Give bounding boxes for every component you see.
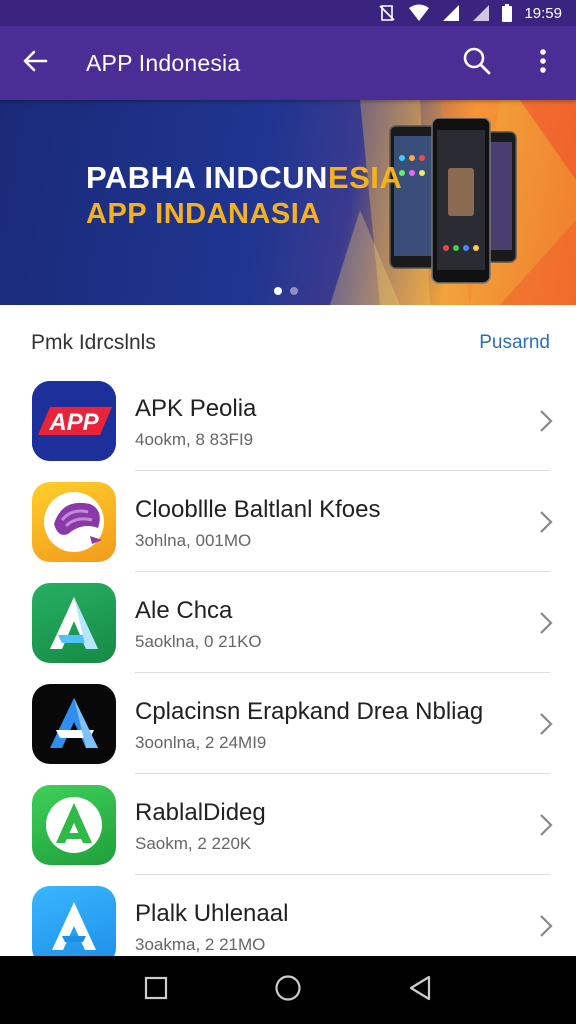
swirl-logo-icon xyxy=(32,481,116,562)
app-name: Plalk Uhlenaal xyxy=(135,899,289,927)
status-time: 19:59 xyxy=(524,4,562,22)
app-meta: 4ookm, 8 83FI9 xyxy=(135,429,254,449)
a-logo-icon xyxy=(32,885,116,966)
home-button[interactable] xyxy=(258,960,318,1020)
app-name: RablalDideg xyxy=(135,798,266,826)
wifi-icon xyxy=(408,4,430,22)
page-title: APP Indonesia xyxy=(86,49,241,76)
banner-subheadline: APP INDANASIA xyxy=(86,198,321,230)
app-name: Cloobllle Baltlanl Kfoes xyxy=(135,495,381,523)
back-button[interactable] xyxy=(0,26,70,100)
app-meta: Saokm, 2 220K xyxy=(135,833,252,853)
list-item[interactable]: Ale Chca 5aoklna, 0 21KO xyxy=(0,572,576,673)
app-list: APP APK Peolia 4ookm, 8 83FI9 Cloobllle … xyxy=(0,370,576,976)
search-button[interactable] xyxy=(444,26,510,100)
back-arrow-icon xyxy=(22,48,48,79)
system-nav-bar xyxy=(0,956,576,1024)
chevron-right-icon xyxy=(516,813,576,837)
list-item[interactable]: Cplacinsn Erapkand Drea Nbliag 3oonlna, … xyxy=(0,673,576,774)
list-item[interactable]: Cloobllle Baltlanl Kfoes 3ohlna, 001MO xyxy=(0,471,576,572)
banner-headline-part2: ESIA xyxy=(327,160,403,195)
a-logo-icon xyxy=(32,582,116,663)
carousel-indicator xyxy=(274,287,298,295)
app-meta: 3oonlna, 2 24MI9 xyxy=(135,732,267,752)
app-bar: APP Indonesia xyxy=(0,26,576,100)
list-item[interactable]: RablalDideg Saokm, 2 220K xyxy=(0,774,576,875)
triangle-back-icon xyxy=(408,975,432,1006)
section-header: Pmk Idrcslnls Pusarnd xyxy=(0,318,576,368)
chevron-right-icon xyxy=(516,611,576,635)
svg-text:APP: APP xyxy=(48,409,99,436)
app-meta: 5aoklna, 0 21KO xyxy=(135,631,262,651)
carousel-dot[interactable] xyxy=(274,287,282,295)
more-vert-icon xyxy=(539,48,547,79)
app-meta: 3ohlna, 001MO xyxy=(135,530,252,550)
battery-icon xyxy=(502,4,513,22)
carousel-dot[interactable] xyxy=(290,287,298,295)
app-name: Ale Chca xyxy=(135,596,233,624)
search-icon xyxy=(462,46,492,81)
app-logo-icon: APP xyxy=(32,380,116,461)
chevron-right-icon xyxy=(516,914,576,938)
recents-button[interactable] xyxy=(126,960,186,1020)
section-title: Pmk Idrcslnls xyxy=(31,331,156,354)
banner-headline-part1: PABHA INDCUN xyxy=(86,160,328,195)
promo-banner[interactable]: PABHA INDCUNESIA APP INDANASIA xyxy=(0,100,576,305)
app-name: Cplacinsn Erapkand Drea Nbliag xyxy=(135,697,484,725)
chevron-right-icon xyxy=(516,712,576,736)
more-options-button[interactable] xyxy=(510,26,576,100)
section-more-link[interactable]: Pusarnd xyxy=(479,332,550,354)
signal-icon xyxy=(442,4,460,22)
list-item[interactable]: APP APK Peolia 4ookm, 8 83FI9 xyxy=(0,370,576,471)
chevron-right-icon xyxy=(516,510,576,534)
signal-icon xyxy=(472,4,490,22)
app-meta: 3oakma, 2 21MO xyxy=(135,934,266,954)
banner-headline: PABHA INDCUNESIA xyxy=(86,160,402,196)
app-name: APK Peolia xyxy=(135,394,257,422)
a-logo-icon xyxy=(32,683,116,764)
system-back-button[interactable] xyxy=(390,960,450,1020)
status-bar: 19:59 xyxy=(0,0,576,26)
circle-icon xyxy=(274,974,302,1007)
square-icon xyxy=(144,976,168,1005)
a-logo-icon xyxy=(32,784,116,865)
mute-icon xyxy=(378,4,396,22)
phones-illustration xyxy=(389,118,517,284)
chevron-right-icon xyxy=(516,409,576,433)
